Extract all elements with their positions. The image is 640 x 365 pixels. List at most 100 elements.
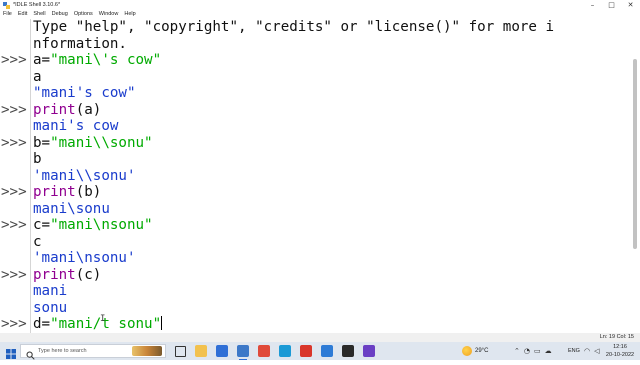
- code-text: a=: [33, 52, 51, 68]
- search-icon: [26, 347, 35, 360]
- menu-file[interactable]: File: [0, 10, 15, 19]
- mouse-ibeam-cursor-icon: I: [100, 314, 106, 324]
- shell-line: >>> print(b): [0, 184, 620, 201]
- shell-prompt: >>>: [1, 266, 27, 283]
- taskbar: Type here to search 29°C ⌃ ◔ ▭ ☁ ENG ◠ ◁…: [0, 342, 640, 360]
- close-button[interactable]: ✕: [621, 0, 640, 10]
- string-literal: "mani\'s cow": [50, 52, 162, 68]
- media-icon[interactable]: [341, 345, 354, 357]
- shell-text: nformation.: [33, 35, 127, 52]
- file-explorer-icon[interactable]: [194, 345, 207, 357]
- shell-prompt: >>>: [1, 52, 27, 68]
- app-icon[interactable]: [362, 345, 375, 357]
- code-text: (b): [75, 184, 102, 200]
- battery-icon[interactable]: ▭: [534, 347, 541, 355]
- code-text: (c): [75, 266, 102, 283]
- shell-line: >>> a="mani\'s cow": [0, 52, 620, 69]
- code-text: (a): [75, 101, 102, 118]
- shell-line: >>> d="mani/t sonu": [0, 316, 620, 333]
- shell-line: mani's cow: [0, 118, 620, 135]
- shell-line: >>> print(a): [0, 102, 620, 119]
- wifi-icon[interactable]: ◠: [584, 347, 590, 355]
- shell-line: >>> c="mani\nsonu": [0, 217, 620, 234]
- menu-shell[interactable]: Shell: [30, 10, 48, 19]
- window-title: *IDLE Shell 3.10.6*: [13, 2, 61, 8]
- text-cursor: [161, 316, 163, 330]
- shell-line: nformation.: [0, 36, 620, 53]
- shell-input: a="mani\'s cow": [33, 52, 161, 69]
- menu-bar: File Edit Shell Debug Options Window Hel…: [0, 10, 640, 19]
- chrome-icon[interactable]: [257, 345, 270, 357]
- code-text: d=: [33, 316, 51, 332]
- code-text: c=: [33, 217, 51, 233]
- shell-line: b: [0, 151, 620, 168]
- shell-text: c: [33, 233, 42, 250]
- scrollbar-thumb[interactable]: [633, 59, 637, 249]
- shell-text-area[interactable]: Type "help", "copyright", "credits" or "…: [0, 19, 640, 333]
- taskbar-clock[interactable]: 12:16 20-10-2022: [604, 343, 636, 359]
- taskbar-search-box[interactable]: Type here to search: [20, 344, 166, 360]
- chevron-up-icon[interactable]: ⌃: [514, 347, 520, 355]
- idle-python-icon[interactable]: [236, 345, 249, 360]
- shell-text: b: [33, 151, 42, 167]
- volume-icon[interactable]: ◁: [594, 347, 599, 355]
- maximize-button[interactable]: □: [602, 0, 621, 10]
- shell-output: "mani's cow": [33, 85, 136, 101]
- shell-line: c: [0, 234, 620, 251]
- language-indicator[interactable]: ENG: [568, 342, 580, 360]
- task-view-icon[interactable]: [174, 345, 186, 357]
- shell-input: print(b): [33, 184, 101, 201]
- shell-input: print(a): [33, 102, 101, 119]
- shell-input: d="mani/t sonu": [33, 316, 163, 333]
- shell-prompt: >>>: [1, 101, 27, 118]
- shell-output: sonu: [33, 299, 68, 316]
- shell-line: Type "help", "copyright", "credits" or "…: [0, 19, 620, 36]
- shell-output: mani\sonu: [33, 200, 110, 217]
- mail-icon[interactable]: [320, 345, 333, 357]
- shell-text: Type "help", "copyright", "credits" or "…: [33, 19, 555, 35]
- shell-prompt: >>>: [1, 316, 27, 332]
- string-literal: "mani/t sonu": [50, 316, 162, 332]
- menu-debug[interactable]: Debug: [49, 10, 71, 19]
- shell-output: 'mani\nsonu': [33, 250, 136, 266]
- minimize-button[interactable]: –: [583, 0, 602, 10]
- clock-date: 20-10-2022: [605, 352, 635, 358]
- title-bar: *IDLE Shell 3.10.6* – □ ✕: [0, 0, 640, 10]
- shell-input: c="mani\nsonu": [33, 217, 153, 234]
- status-bar: Ln: 19 Col: 15: [0, 333, 640, 342]
- menu-edit[interactable]: Edit: [15, 10, 30, 19]
- vertical-scrollbar[interactable]: [630, 19, 640, 333]
- idle-python-icon: [3, 1, 10, 9]
- shell-line: 'mani\\sonu': [0, 168, 620, 185]
- shell-output: 'mani\\sonu': [33, 167, 136, 184]
- shell-output: mani's cow: [33, 118, 119, 134]
- shell-line: "mani's cow": [0, 85, 620, 102]
- wps-icon[interactable]: [299, 345, 312, 357]
- network-icon[interactable]: ◔: [524, 347, 530, 355]
- shell-prompt: >>>: [1, 217, 27, 233]
- menu-options[interactable]: Options: [71, 10, 96, 19]
- builtin-keyword: print: [33, 266, 76, 283]
- shell-line: 'mani\nsonu': [0, 250, 620, 267]
- clock-time: 12:16: [613, 344, 627, 350]
- shell-prompt: >>>: [1, 134, 27, 151]
- menu-window[interactable]: Window: [96, 10, 122, 19]
- windows-start-icon[interactable]: [6, 346, 16, 359]
- builtin-keyword: print: [33, 184, 76, 200]
- cloud-icon[interactable]: ☁: [545, 347, 552, 355]
- store-icon[interactable]: [215, 345, 228, 357]
- weather-temperature[interactable]: 29°C: [475, 342, 488, 360]
- shell-input: print(c): [33, 267, 101, 284]
- shell-line: >>> print(c): [0, 267, 620, 284]
- shell-input: b="mani\\sonu": [33, 135, 153, 152]
- shell-line: >>> b="mani\\sonu": [0, 135, 620, 152]
- builtin-keyword: print: [33, 101, 76, 118]
- weather-sun-icon[interactable]: [462, 346, 472, 356]
- edge-icon[interactable]: [278, 345, 291, 357]
- search-highlight-image: [132, 346, 162, 356]
- string-literal: "mani\nsonu": [50, 217, 153, 233]
- shell-line: mani: [0, 283, 620, 300]
- shell-prompt: >>>: [1, 184, 27, 200]
- menu-help[interactable]: Help: [121, 10, 138, 19]
- string-literal: "mani\\sonu": [50, 134, 153, 151]
